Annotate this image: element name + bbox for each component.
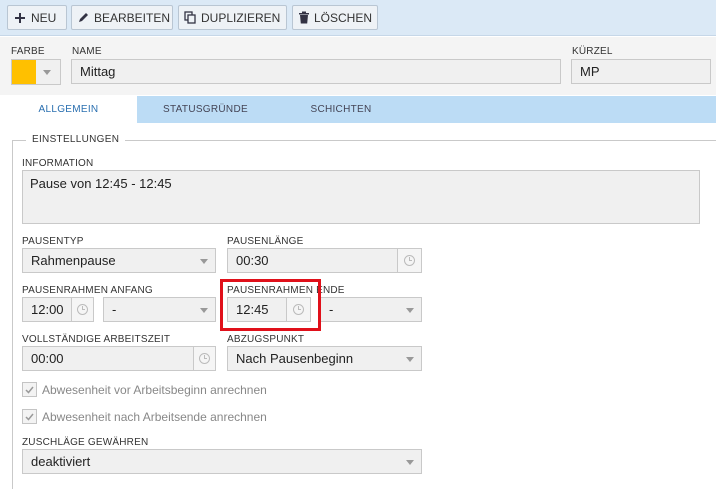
zuschlaege-label: ZUSCHLÄGE GEWÄHREN [22,437,149,448]
tab-statusgruende[interactable]: STATUSGRÜNDE [137,96,274,123]
plus-icon [13,11,27,25]
pausentyp-value: Rahmenpause [31,253,116,268]
settings-legend: EINSTELLUNGEN [26,134,126,145]
rahmen-anfang-label: PAUSENRAHMEN ANFANG [22,285,153,296]
new-button[interactable]: NEU [7,5,67,30]
checkbox-label: Abwesenheit vor Arbeitsbeginn anrechnen [42,382,267,397]
abzugspunkt-value: Nach Pausenbeginn [236,351,354,366]
chevron-down-icon [43,70,51,75]
clock-icon [199,353,210,364]
tab-allgemein[interactable]: ALLGEMEIN [0,96,137,123]
delete-button-label: LÖSCHEN [314,10,373,25]
name-label: NAME [72,46,102,57]
color-label: FARBE [11,46,45,57]
rahmen-ende-select-value: - [329,302,334,317]
zuschlaege-select[interactable]: deaktiviert [22,449,422,474]
edit-button[interactable]: BEARBEITEN [71,5,173,30]
color-swatch [12,60,36,84]
checkbox-box[interactable] [22,382,37,397]
duplicate-button-label: DUPLIZIEREN [201,10,281,25]
checkbox-abwesenheit-nach[interactable]: Abwesenheit nach Arbeitsende anrechnen [22,409,267,424]
color-picker[interactable] [11,59,61,85]
pausenlaenge-label: PAUSENLÄNGE [227,236,304,247]
abbreviation-field[interactable]: MP [571,59,711,84]
rahmen-anfang-select-value: - [112,302,117,317]
rahmen-ende-select[interactable]: - [320,297,422,322]
abbreviation-label: KÜRZEL [572,46,613,57]
pausenlaenge-input[interactable]: 00:30 [227,248,398,273]
delete-button[interactable]: LÖSCHEN [292,5,378,30]
chevron-down-icon [406,459,414,465]
rahmen-anfang-time-input[interactable]: 12:00 [22,297,72,322]
arbeitszeit-label: VOLLSTÄNDIGE ARBEITSZEIT [22,334,171,345]
pausentyp-select[interactable]: Rahmenpause [22,248,216,273]
chevron-down-icon [200,307,208,313]
highlight-box [220,279,321,331]
checkbox-label: Abwesenheit nach Arbeitsende anrechnen [42,409,267,424]
abzugspunkt-label: ABZUGSPUNKT [227,334,305,345]
chevron-down-icon [200,258,208,264]
clock-icon [77,304,88,315]
abzugspunkt-select[interactable]: Nach Pausenbeginn [227,346,422,371]
trash-icon [298,11,310,25]
copy-icon [184,11,197,25]
arbeitszeit-clock-button[interactable] [193,346,216,371]
new-button-label: NEU [31,10,57,25]
rahmen-anfang-clock-button[interactable] [71,297,94,322]
chevron-down-icon [406,307,414,313]
arbeitszeit-input[interactable]: 00:00 [22,346,194,371]
information-textarea[interactable]: Pause von 12:45 - 12:45 [22,170,700,224]
edit-button-label: BEARBEITEN [94,10,171,25]
rahmen-anfang-select[interactable]: - [103,297,216,322]
tab-schichten[interactable]: SCHICHTEN [274,96,408,123]
checkbox-abwesenheit-vor[interactable]: Abwesenheit vor Arbeitsbeginn anrechnen [22,382,267,397]
chevron-down-icon [406,356,414,362]
zuschlaege-value: deaktiviert [31,454,91,469]
pausentyp-label: PAUSENTYP [22,236,84,247]
pencil-icon [77,11,90,25]
check-icon [25,413,34,421]
name-field[interactable]: Mittag [71,59,561,84]
duplicate-button[interactable]: DUPLIZIEREN [178,5,287,30]
clock-icon [404,255,415,266]
information-label: INFORMATION [22,158,94,169]
checkbox-box[interactable] [22,409,37,424]
check-icon [25,386,34,394]
pausenlaenge-clock-button[interactable] [397,248,422,273]
